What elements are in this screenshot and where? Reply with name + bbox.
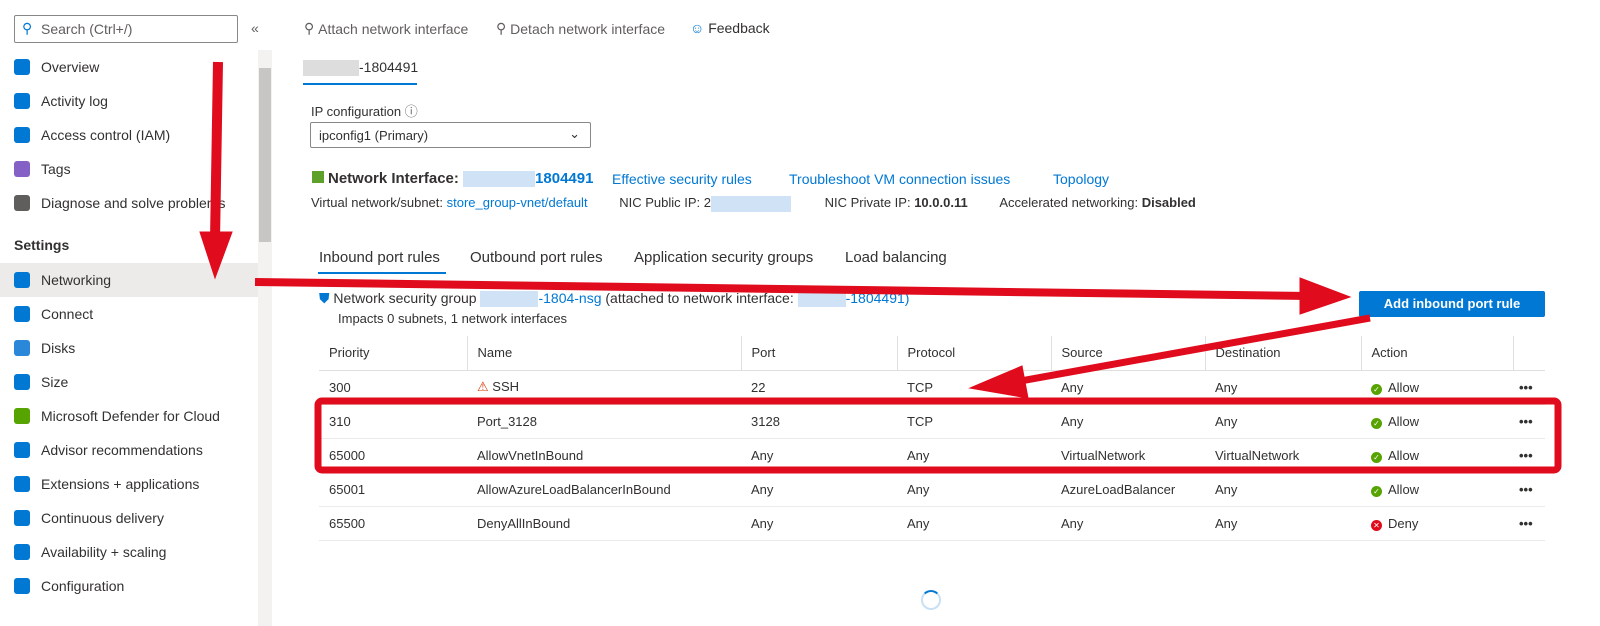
annotation-arrow-left bbox=[1014, 314, 1371, 386]
annotation-highlight-box bbox=[314, 397, 1562, 474]
annotation-overlay bbox=[199, 61, 1562, 474]
annotation-arrow-right bbox=[254, 278, 1311, 300]
annotation-arrow-down bbox=[210, 61, 223, 241]
